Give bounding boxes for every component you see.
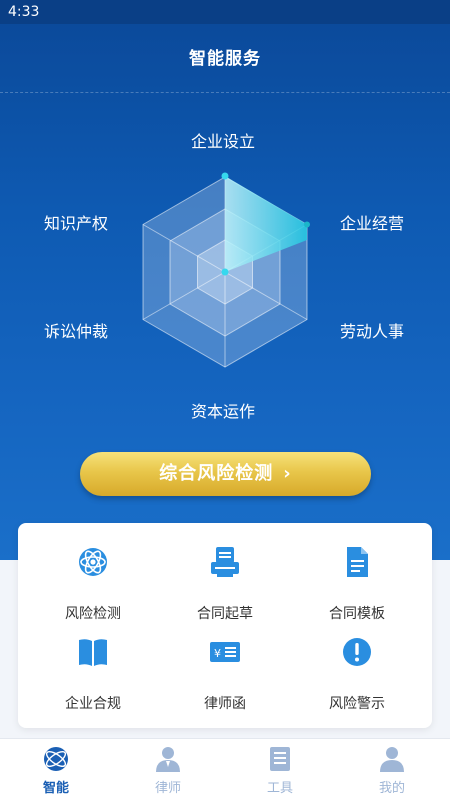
document-icon bbox=[347, 547, 368, 577]
radar-point bbox=[221, 172, 229, 180]
toolbox-icon bbox=[270, 747, 290, 771]
service-label: 合同模板 bbox=[329, 606, 385, 622]
services-card: 风险检测 合同起草 合同模板 企业合规 ¥ 律师函 风险警示 bbox=[18, 523, 432, 728]
chevron-right-icon: › bbox=[283, 463, 292, 484]
tab-tools[interactable]: 工具 bbox=[224, 739, 336, 800]
service-compliance[interactable]: 企业合规 bbox=[24, 623, 162, 713]
printer-icon bbox=[211, 547, 239, 577]
service-risk-check[interactable]: 风险检测 bbox=[24, 533, 162, 623]
radar-center-point bbox=[221, 268, 229, 276]
service-label: 风险警示 bbox=[329, 696, 385, 712]
tab-smart[interactable]: 智能 bbox=[0, 739, 112, 800]
radar-chart: 企业设立 企业经营 劳动人事 资本运作 诉讼仲裁 知识产权 bbox=[0, 100, 450, 440]
book-icon bbox=[79, 639, 107, 666]
svg-text:¥: ¥ bbox=[214, 647, 221, 660]
radar-label-ip: 知识产权 bbox=[44, 214, 109, 233]
service-contract-drafting[interactable]: 合同起草 bbox=[156, 533, 294, 623]
comprehensive-risk-check-button[interactable]: 综合风险检测 › bbox=[80, 452, 371, 496]
service-risk-alert[interactable]: 风险警示 bbox=[288, 623, 426, 713]
atom-icon bbox=[79, 548, 107, 576]
service-contract-template[interactable]: 合同模板 bbox=[288, 533, 426, 623]
tab-label: 智能 bbox=[42, 781, 69, 796]
service-label: 律师函 bbox=[204, 696, 246, 712]
radar-point bbox=[304, 221, 310, 228]
service-label: 合同起草 bbox=[197, 606, 253, 622]
service-label: 风险检测 bbox=[65, 606, 121, 622]
radar-label-labor: 劳动人事 bbox=[340, 322, 405, 341]
status-bar: 4:33 bbox=[0, 0, 450, 24]
radar-label-establish: 企业设立 bbox=[191, 132, 256, 151]
title-divider bbox=[0, 92, 450, 93]
service-lawyer-letter[interactable]: ¥ 律师函 bbox=[156, 623, 294, 713]
radar-label-operation: 企业经营 bbox=[340, 214, 405, 233]
lawyer-icon bbox=[156, 747, 180, 772]
tab-mine[interactable]: 我的 bbox=[336, 739, 448, 800]
tab-label: 我的 bbox=[378, 781, 405, 796]
tab-label: 律师 bbox=[154, 781, 181, 796]
globe-icon bbox=[44, 747, 68, 771]
status-time: 4:33 bbox=[8, 4, 40, 20]
tab-lawyer[interactable]: 律师 bbox=[112, 739, 224, 800]
profile-icon bbox=[380, 747, 404, 772]
letter-icon: ¥ bbox=[210, 642, 240, 662]
page-title: 智能服务 bbox=[189, 49, 261, 69]
alert-icon bbox=[343, 638, 371, 666]
radar-label-capital: 资本运作 bbox=[191, 402, 256, 421]
tab-label: 工具 bbox=[266, 781, 293, 796]
cta-label: 综合风险检测 bbox=[159, 463, 274, 484]
bottom-tab-bar: 智能 律师 工具 我的 bbox=[0, 738, 450, 800]
service-label: 企业合规 bbox=[65, 696, 121, 712]
radar-label-litigation: 诉讼仲裁 bbox=[44, 322, 109, 341]
